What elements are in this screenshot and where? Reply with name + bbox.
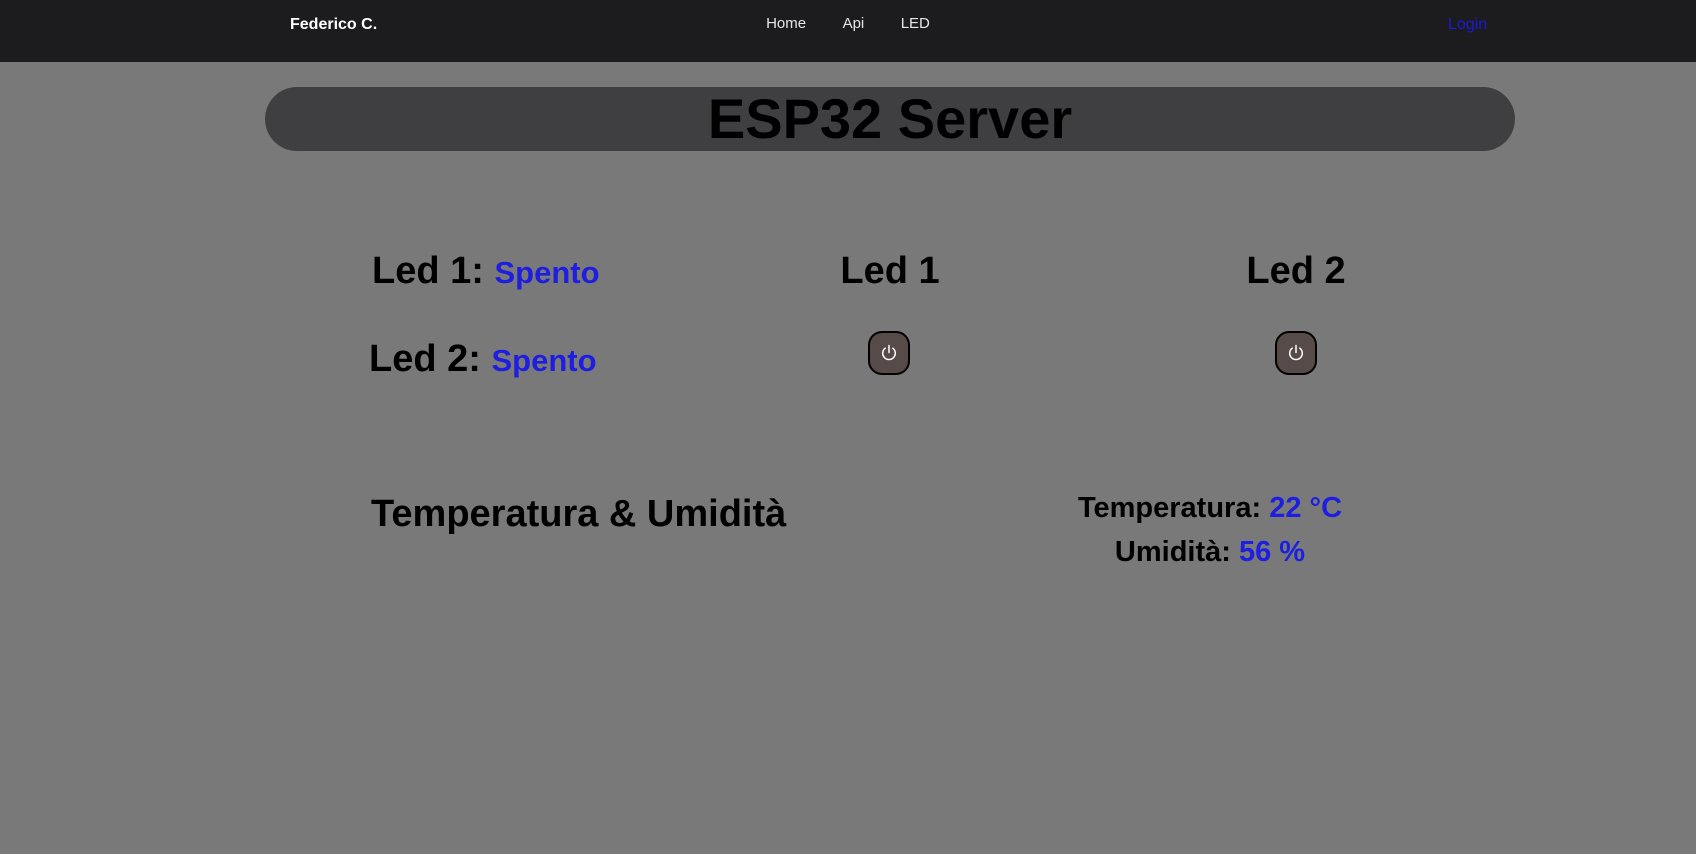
sensor-section-title: Temperatura & Umidità (371, 493, 787, 535)
led2-status-value: Spento (491, 343, 597, 378)
led1-status: Led 1: Spento (372, 249, 600, 295)
nav-home-link[interactable]: Home (766, 15, 806, 32)
brand-link[interactable]: Federico C. (290, 15, 377, 35)
led2-control: Led 2 (1196, 249, 1396, 293)
temperature-reading: Temperatura: 22 °C (960, 490, 1460, 526)
nav-api-link[interactable]: Api (843, 15, 865, 32)
led2-status: Led 2: Spento (369, 337, 597, 383)
nav-led-link[interactable]: LED (901, 15, 930, 32)
login-link[interactable]: Login (1448, 15, 1487, 35)
power-icon (881, 344, 897, 361)
led1-power-button[interactable] (868, 331, 910, 375)
led2-title: Led 2 (1246, 250, 1346, 292)
temperature-label: Temperatura: (1077, 492, 1262, 524)
humidity-reading: Umidità: 56 % (960, 534, 1460, 570)
humidity-label: Umidità: (1114, 536, 1231, 568)
power-icon (1288, 344, 1304, 361)
page-title: ESP32 Server (707, 87, 1073, 150)
led1-title: Led 1 (840, 250, 940, 292)
humidity-value: 56 % (1238, 536, 1306, 568)
temperature-value: 22 °C (1269, 492, 1343, 524)
led2-power-button[interactable] (1275, 331, 1317, 375)
led1-status-value: Spento (494, 255, 600, 290)
led2-status-label: Led 2: (369, 338, 481, 380)
navbar: Federico C. Home Api LED Login (0, 0, 1696, 62)
nav-links: Home Api LED (0, 14, 1696, 34)
led1-status-label: Led 1: (372, 250, 484, 292)
led1-control: Led 1 (790, 249, 990, 293)
title-banner: ESP32 Server (265, 87, 1515, 151)
